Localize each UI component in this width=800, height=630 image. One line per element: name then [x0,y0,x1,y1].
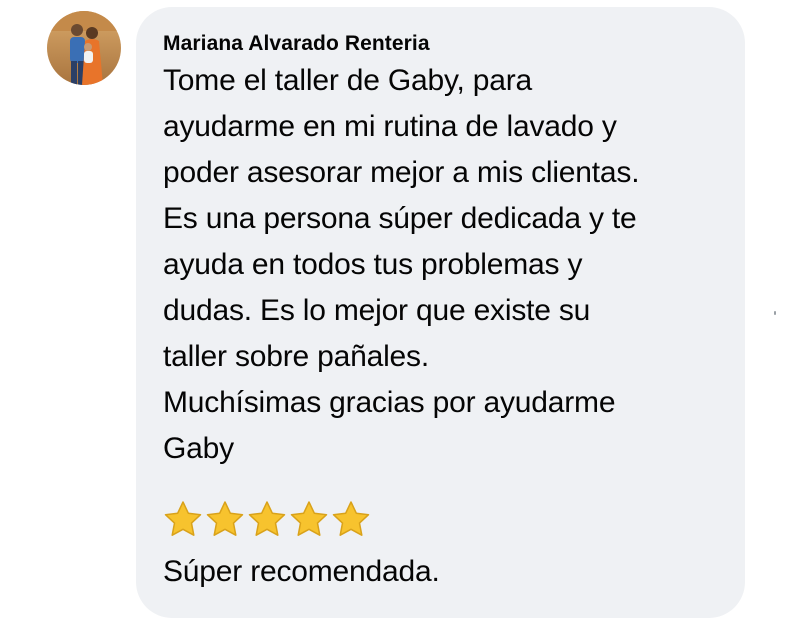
comment-line: Tome el taller de Gaby, para [163,64,533,97]
comment-bubble: Mariana Alvarado Renteria Tome el taller… [136,7,745,618]
comment-author[interactable]: Mariana Alvarado Renteria [163,31,725,57]
comment-line: ayuda en todos tus problemas y [163,248,583,281]
comment-line: taller sobre pañales. [163,340,429,373]
comment-recommendation: Súper recomendada. [163,555,440,588]
comment-line: Muchísimas gracias por ayudarme [163,386,616,419]
star-emoji-icon [164,501,202,536]
star-emoji-icon [248,501,286,536]
avatar[interactable] [47,11,121,85]
star-emoji-icon [290,501,328,536]
star-emoji-icon [206,501,244,536]
comment-line: poder asesorar mejor a mis clientas. [163,156,640,189]
comment-body: Tome el taller de Gaby, para ayudarme en… [163,58,725,472]
comment-line: Gaby [163,432,234,465]
profile-photo-icon [47,11,121,85]
comment-line: Es una persona súper dedicada y te [163,202,637,235]
comment-line: dudas. Es lo mejor que existe su [163,294,591,327]
star-emoji-icon [332,501,370,536]
comment-line: ayudarme en mi rutina de lavado y [163,110,617,143]
scroll-indicator [774,311,776,315]
star-rating [163,500,725,538]
